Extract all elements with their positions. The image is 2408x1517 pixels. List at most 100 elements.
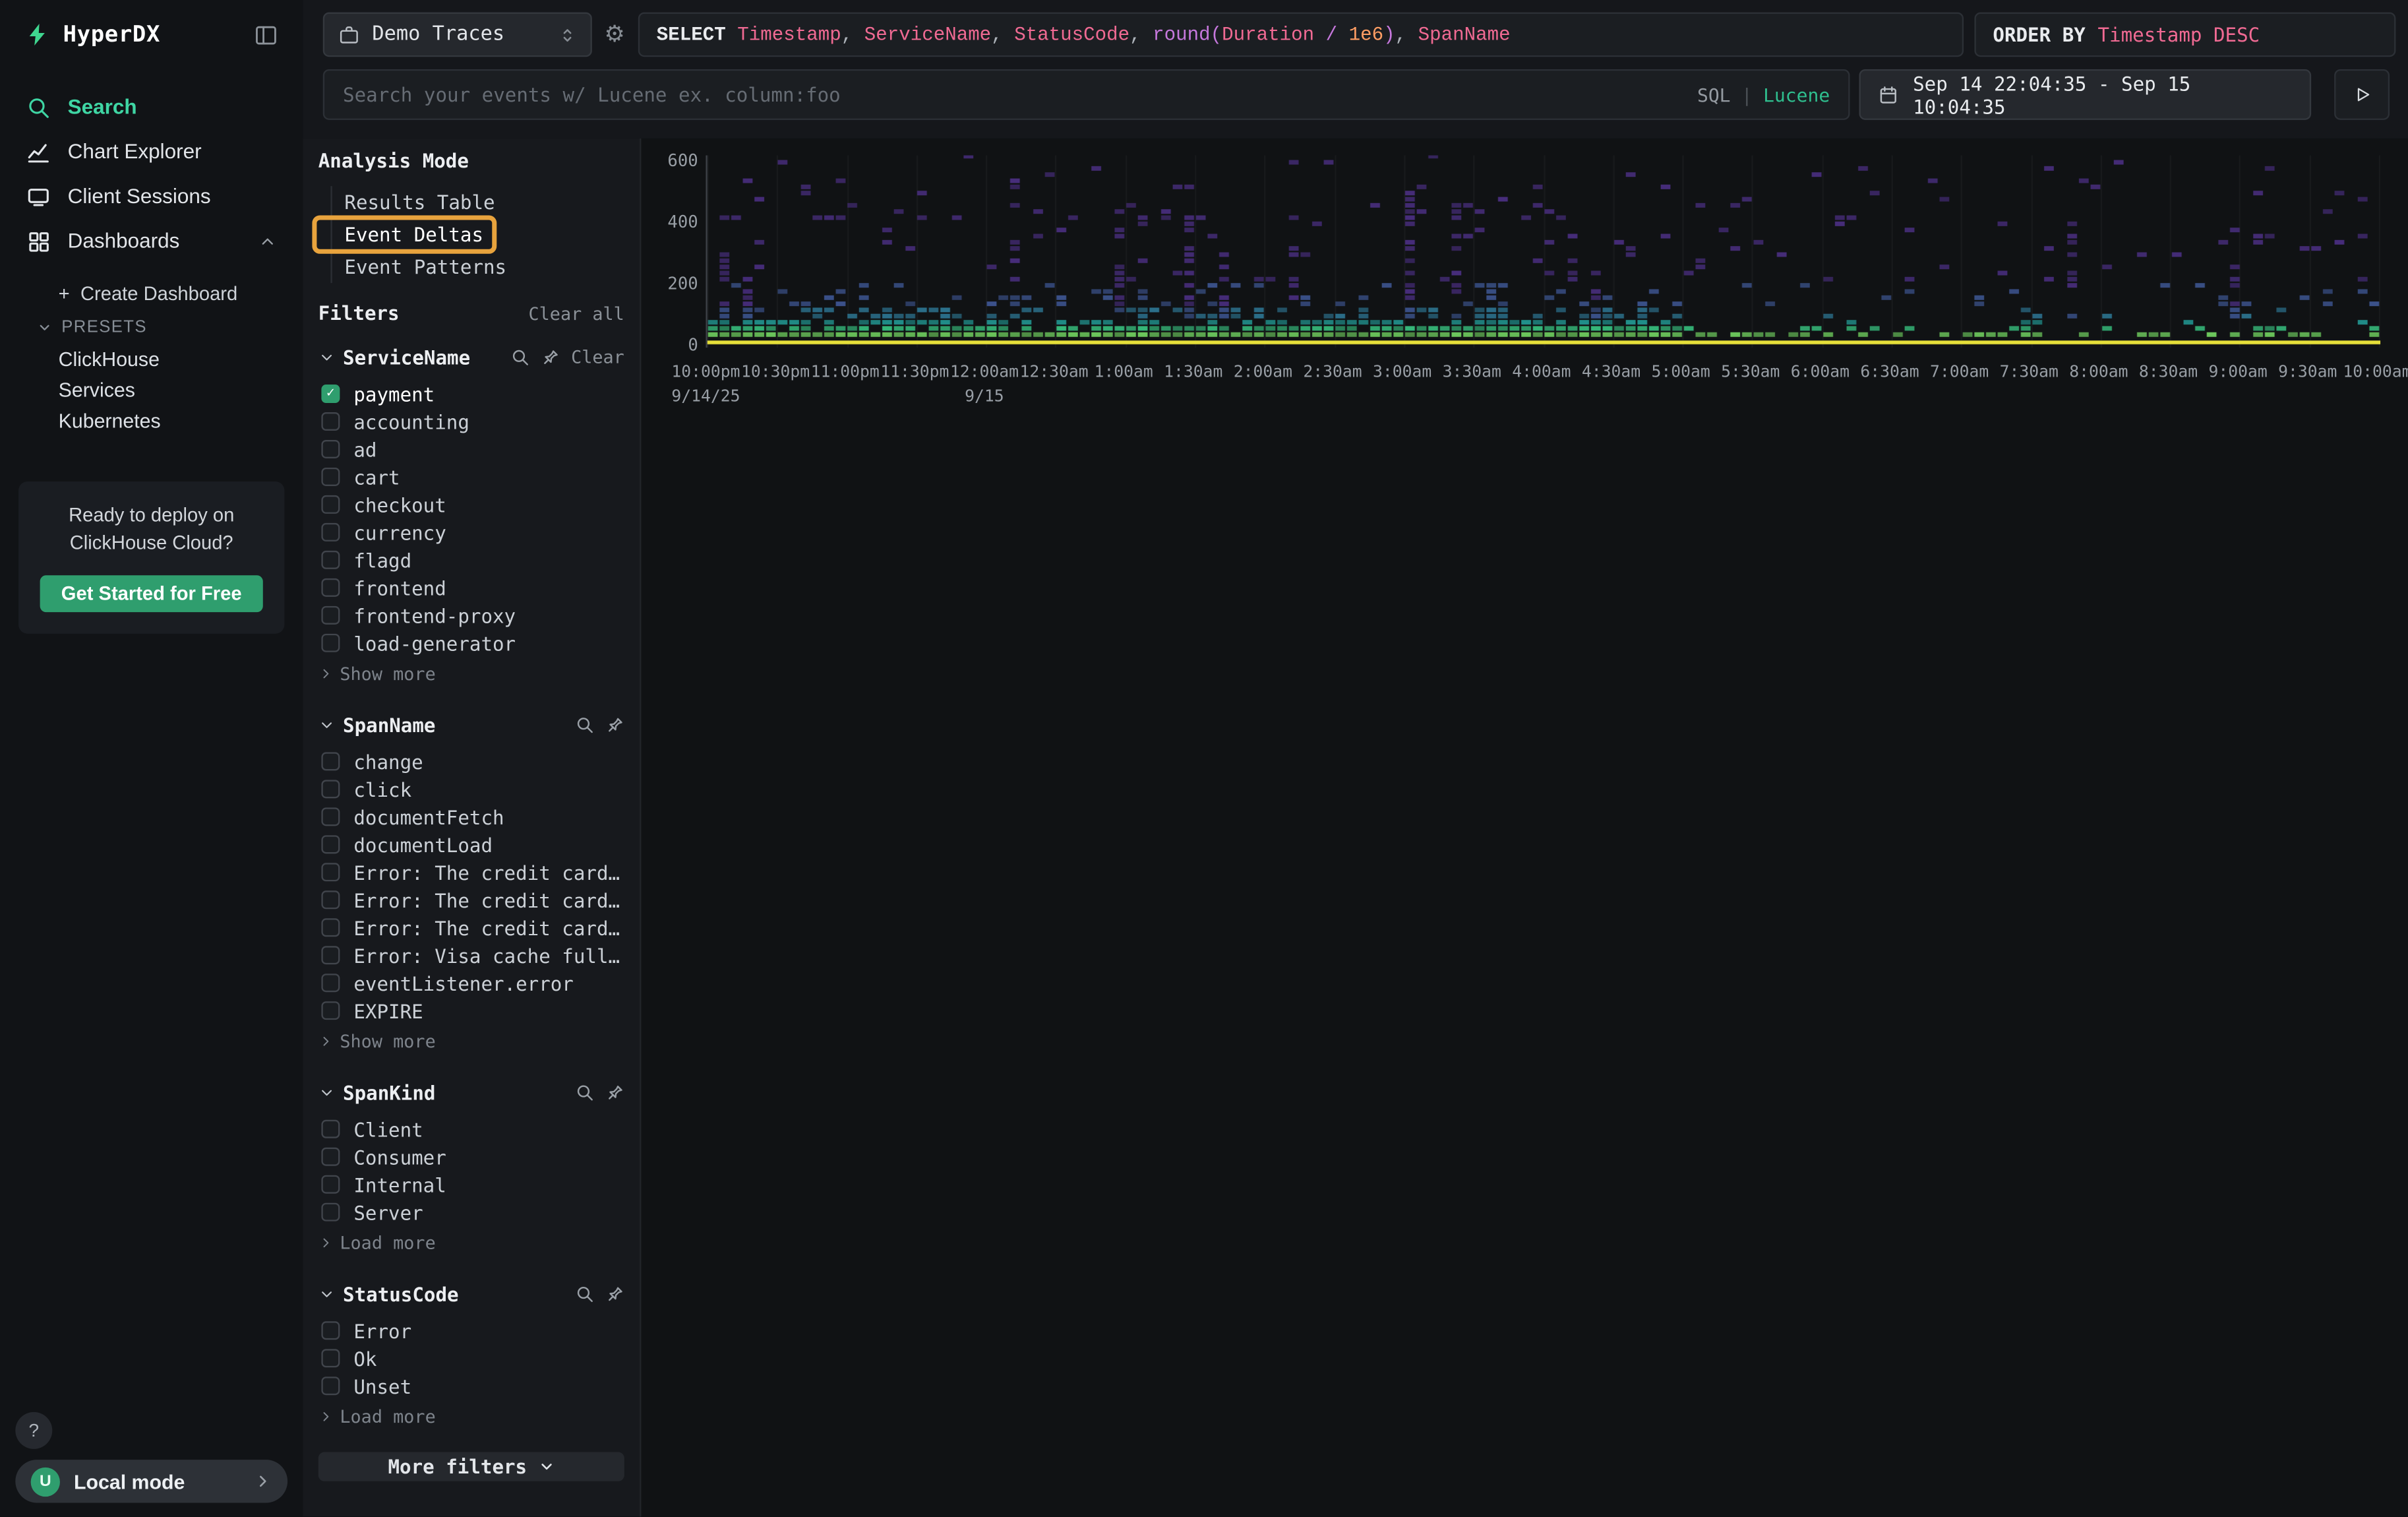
load-more-link[interactable]: Load more xyxy=(318,1403,624,1431)
clear-all-filters-button[interactable]: Clear all xyxy=(529,303,624,325)
pin-icon[interactable] xyxy=(605,1284,624,1303)
checkbox[interactable] xyxy=(321,1120,340,1138)
filter-option-consumer[interactable]: Consumer xyxy=(318,1143,624,1171)
checkbox[interactable] xyxy=(321,523,340,542)
help-button[interactable]: ? xyxy=(15,1412,52,1449)
filter-option-error[interactable]: Error xyxy=(318,1316,624,1344)
sql-select-input[interactable]: SELECT Timestamp, ServiceName, StatusCod… xyxy=(638,13,1964,57)
sidebar-item-search[interactable]: Search xyxy=(0,84,303,129)
presets-toggle[interactable]: PRESETS xyxy=(0,312,303,343)
filter-option-error-the-credit-card-[interactable]: Error: The credit card (… xyxy=(318,913,624,941)
filter-group-header[interactable]: SpanKind xyxy=(318,1076,624,1107)
checkbox[interactable] xyxy=(321,974,340,992)
preset-item-services[interactable]: Services xyxy=(0,374,303,405)
gear-icon[interactable]: ⚙ xyxy=(605,20,625,47)
checkbox[interactable] xyxy=(321,1175,340,1194)
checkbox[interactable] xyxy=(321,440,340,458)
filter-option-checkout[interactable]: checkout xyxy=(318,491,624,518)
checkbox[interactable] xyxy=(321,752,340,770)
create-dashboard-button[interactable]: + Create Dashboard xyxy=(0,275,303,312)
checkbox[interactable] xyxy=(321,946,340,964)
filter-option-load-generator[interactable]: load-generator xyxy=(318,629,624,657)
checkbox[interactable] xyxy=(321,1001,340,1020)
preset-item-kubernetes[interactable]: Kubernetes xyxy=(0,404,303,435)
sql-toggle[interactable]: SQL xyxy=(1697,84,1731,106)
filter-option-unset[interactable]: Unset xyxy=(318,1372,624,1400)
load-more-link[interactable]: Load more xyxy=(318,1229,624,1256)
filter-option-click[interactable]: click xyxy=(318,775,624,803)
search-icon[interactable] xyxy=(575,715,594,734)
pin-icon[interactable] xyxy=(541,347,560,366)
filter-option-currency[interactable]: currency xyxy=(318,518,624,546)
filter-option-error-the-credit-card-[interactable]: Error: The credit card (… xyxy=(318,858,624,886)
filter-group-header[interactable]: ServiceNameClear xyxy=(318,342,624,373)
filter-option-frontend-proxy[interactable]: frontend-proxy xyxy=(318,602,624,629)
checkbox[interactable] xyxy=(321,468,340,486)
preset-item-clickhouse[interactable]: ClickHouse xyxy=(0,343,303,374)
checkbox[interactable] xyxy=(321,1321,340,1340)
pin-icon[interactable] xyxy=(605,1082,624,1101)
analysis-option-event-patterns[interactable]: Event Patterns xyxy=(344,251,624,283)
events-heatmap-canvas[interactable] xyxy=(707,156,2380,348)
sidebar-item-label: Client Sessions xyxy=(68,185,211,208)
more-filters-button[interactable]: More filters xyxy=(318,1452,624,1481)
checkbox[interactable] xyxy=(321,1349,340,1367)
sidebar-item-dashboards[interactable]: Dashboards xyxy=(0,218,303,263)
source-select[interactable]: Demo Traces xyxy=(323,13,592,57)
checkbox[interactable] xyxy=(321,890,340,909)
checkbox[interactable] xyxy=(321,807,340,826)
filter-option-payment[interactable]: ✓payment xyxy=(318,380,624,408)
show-more-link[interactable]: Show more xyxy=(318,1028,624,1055)
checkbox[interactable] xyxy=(321,551,340,569)
user-menu[interactable]: U Local mode xyxy=(15,1460,287,1502)
checkbox[interactable] xyxy=(321,495,340,514)
search-icon[interactable] xyxy=(575,1082,594,1101)
filter-option-frontend[interactable]: frontend xyxy=(318,574,624,602)
filter-option-error-visa-cache-full-[interactable]: Error: Visa cache full: … xyxy=(318,941,624,969)
filter-option-ok[interactable]: Ok xyxy=(318,1344,624,1372)
analysis-option-event-deltas[interactable]: Event Deltas xyxy=(344,218,624,251)
sidebar-collapse-icon[interactable] xyxy=(254,22,278,47)
get-started-button[interactable]: Get Started for Free xyxy=(40,576,263,613)
checkbox[interactable] xyxy=(321,835,340,853)
checkbox[interactable] xyxy=(321,863,340,881)
filter-option-client[interactable]: Client xyxy=(318,1115,624,1143)
checkbox[interactable] xyxy=(321,606,340,625)
filter-option-documentload[interactable]: documentLoad xyxy=(318,830,624,858)
clear-filter-button[interactable]: Clear xyxy=(571,346,624,368)
checkbox[interactable] xyxy=(321,780,340,798)
search-icon[interactable] xyxy=(511,347,530,366)
filter-option-eventlistener-error[interactable]: eventListener.error xyxy=(318,969,624,997)
filter-option-expire[interactable]: EXPIRE xyxy=(318,997,624,1024)
show-more-link[interactable]: Show more xyxy=(318,660,624,687)
filter-option-cart[interactable]: cart xyxy=(318,463,624,491)
order-by-input[interactable]: ORDER BY Timestamp DESC xyxy=(1974,13,2395,57)
filter-group-header[interactable]: SpanName xyxy=(318,709,624,740)
search-input[interactable]: Search your events w/ Lucene ex. column:… xyxy=(323,69,1850,120)
filter-option-ad[interactable]: ad xyxy=(318,435,624,463)
filter-option-server[interactable]: Server xyxy=(318,1198,624,1226)
filter-option-change[interactable]: change xyxy=(318,747,624,775)
lucene-toggle[interactable]: Lucene xyxy=(1763,84,1830,106)
filter-option-internal[interactable]: Internal xyxy=(318,1171,624,1198)
pin-icon[interactable] xyxy=(605,715,624,734)
analysis-option-results-table[interactable]: Results Table xyxy=(344,186,624,218)
filter-option-accounting[interactable]: accounting xyxy=(318,408,624,435)
checkbox[interactable] xyxy=(321,412,340,431)
checkbox[interactable] xyxy=(321,578,340,597)
checkbox[interactable] xyxy=(321,634,340,652)
checkbox[interactable] xyxy=(321,1203,340,1222)
filter-group-header[interactable]: StatusCode xyxy=(318,1278,624,1309)
checkbox[interactable] xyxy=(321,918,340,937)
run-query-button[interactable] xyxy=(2334,69,2390,120)
checkbox[interactable] xyxy=(321,1148,340,1166)
checkbox[interactable]: ✓ xyxy=(321,385,340,403)
date-range-picker[interactable]: Sep 14 22:04:35 - Sep 15 10:04:35 xyxy=(1859,69,2312,120)
filter-option-flagd[interactable]: flagd xyxy=(318,546,624,574)
filter-option-documentfetch[interactable]: documentFetch xyxy=(318,803,624,830)
sidebar-item-chart-explorer[interactable]: Chart Explorer xyxy=(0,129,303,174)
filter-option-error-the-credit-card-[interactable]: Error: The credit card (… xyxy=(318,886,624,913)
sidebar-item-client-sessions[interactable]: Client Sessions xyxy=(0,174,303,219)
checkbox[interactable] xyxy=(321,1377,340,1395)
search-icon[interactable] xyxy=(575,1284,594,1303)
